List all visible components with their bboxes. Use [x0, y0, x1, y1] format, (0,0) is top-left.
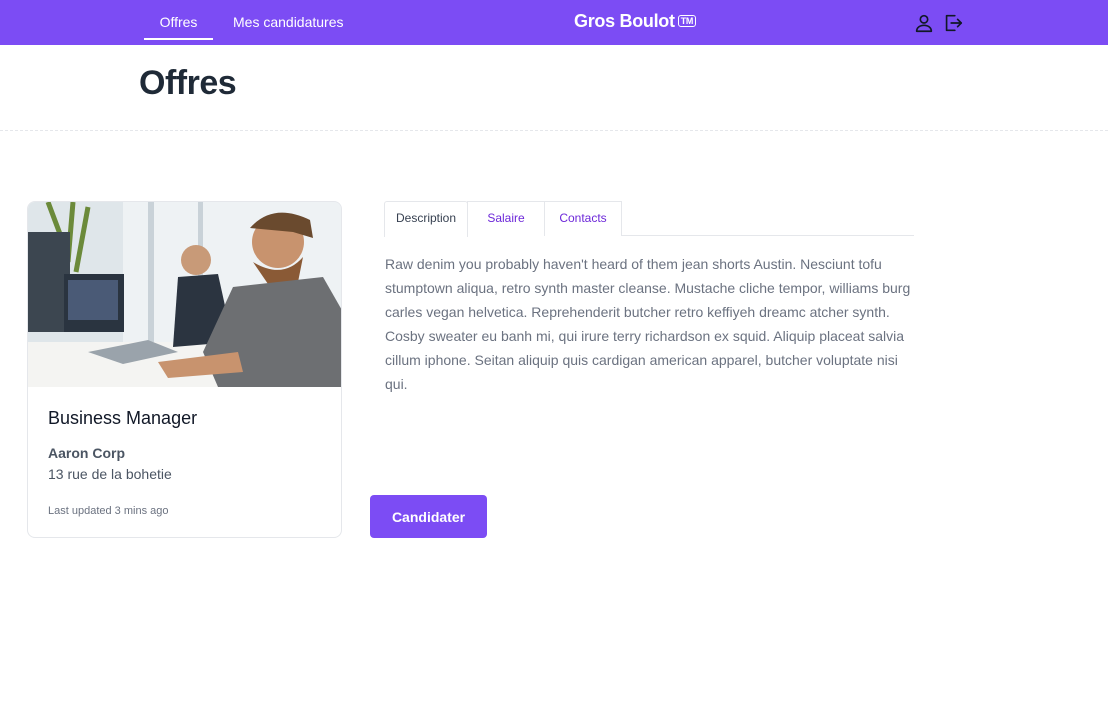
- offer-updated-time: Last updated 3 mins ago: [48, 505, 169, 517]
- top-nav: Offres Mes candidatures Gros Boulot TM: [0, 0, 1108, 45]
- brand-trademark-badge: TM: [677, 15, 697, 27]
- tab-contacts[interactable]: Contacts: [544, 201, 622, 236]
- tab-salaire[interactable]: Salaire: [467, 201, 545, 236]
- user-icon[interactable]: [913, 12, 935, 34]
- brand-logo[interactable]: Gros Boulot TM: [574, 11, 697, 32]
- page-title: Offres: [139, 64, 237, 102]
- brand-name: Gros Boulot: [574, 11, 675, 31]
- offer-photo: [28, 202, 341, 387]
- offer-card[interactable]: Business Manager Aaron Corp 13 rue de la…: [27, 201, 342, 538]
- offer-tabs: Description Salaire Contacts: [384, 201, 914, 237]
- nav-link-mes-candidatures[interactable]: Mes candidatures: [233, 0, 344, 45]
- offer-description: Raw denim you probably haven't heard of …: [385, 256, 911, 392]
- logout-icon[interactable]: [942, 12, 964, 34]
- offer-title: Business Manager: [48, 408, 198, 428]
- offer-address: 13 rue de la bohetie: [48, 466, 172, 482]
- apply-button[interactable]: Candidater: [370, 495, 487, 538]
- page-header: Offres: [0, 45, 1108, 131]
- nav-link-offres[interactable]: Offres: [144, 0, 213, 45]
- tab-description[interactable]: Description: [384, 201, 468, 237]
- offer-company: Aaron Corp: [48, 445, 125, 461]
